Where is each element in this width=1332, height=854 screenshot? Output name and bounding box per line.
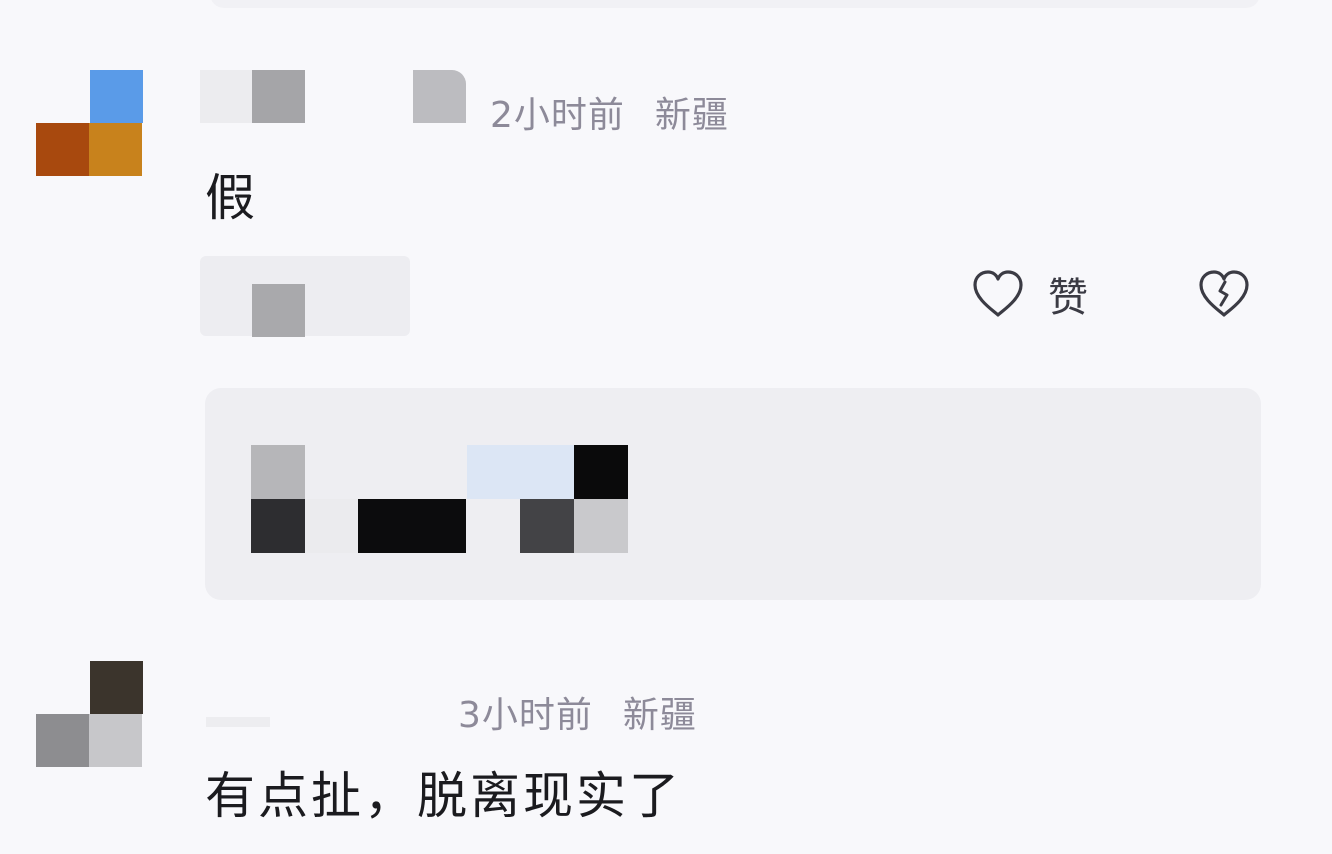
comment-actions: 赞 — [970, 265, 1260, 325]
comment-location: 新疆 — [622, 695, 697, 736]
dislike-button[interactable] — [1196, 268, 1252, 324]
previous-card-edge — [210, 0, 1260, 8]
avatar[interactable] — [36, 70, 144, 190]
heart-outline-icon — [973, 270, 1023, 317]
comment-location: 新疆 — [654, 95, 729, 136]
comment-time: 2小时前 — [490, 95, 625, 136]
username-pixelated[interactable] — [200, 70, 480, 130]
avatar[interactable] — [36, 661, 144, 781]
broken-heart-icon — [1199, 270, 1249, 317]
like-button[interactable]: 赞 — [970, 265, 1088, 323]
comment-text: 假 — [205, 169, 258, 227]
comment-time: 3小时前 — [458, 695, 593, 736]
reply-preview-box[interactable] — [205, 388, 1261, 600]
comment-meta: 3小时前 新疆 — [458, 686, 697, 738]
reply-author-pixelated[interactable] — [200, 256, 410, 337]
comment-text: 有点扯，脱离现实了 — [205, 767, 682, 825]
comment-meta: 2小时前 新疆 — [490, 86, 729, 138]
like-label: 赞 — [1048, 275, 1088, 321]
